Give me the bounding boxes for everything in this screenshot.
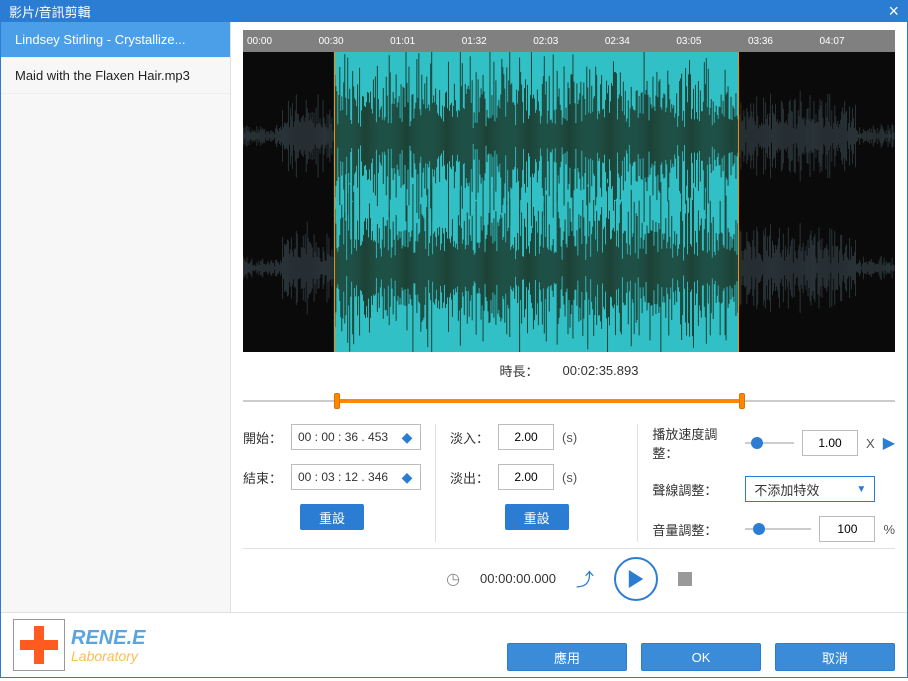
waveform-display[interactable] bbox=[243, 52, 895, 352]
volume-label: 音量調整： bbox=[652, 520, 737, 539]
tick: 03:36 bbox=[748, 36, 820, 47]
tick: 02:34 bbox=[605, 36, 677, 47]
sidebar-item-file[interactable]: Lindsey Stirling - Crystallize... bbox=[1, 22, 230, 58]
fadein-unit: (s) bbox=[562, 430, 577, 445]
preview-speed-icon[interactable]: ▶ bbox=[883, 433, 895, 453]
voice-label: 聲線調整： bbox=[652, 480, 737, 499]
voice-effect-select[interactable]: 不添加特效 ▼ bbox=[745, 476, 875, 502]
duration-value: 00:02:35.893 bbox=[563, 363, 639, 378]
volume-input[interactable] bbox=[819, 516, 875, 542]
window-title: 影片/音訊剪輯 bbox=[9, 2, 91, 21]
reset-time-button[interactable]: 重設 bbox=[300, 504, 364, 530]
tick: 00:30 bbox=[319, 36, 391, 47]
fadein-label: 淡入： bbox=[450, 428, 490, 447]
reset-fade-button[interactable]: 重設 bbox=[505, 504, 569, 530]
tick: 00:00 bbox=[247, 36, 319, 47]
fadein-input[interactable] bbox=[498, 424, 554, 450]
spin-icon[interactable]: ◆ bbox=[400, 469, 414, 486]
fadeout-unit: (s) bbox=[562, 470, 577, 485]
export-icon[interactable]: ⤴ bbox=[576, 566, 594, 592]
start-label: 開始： bbox=[243, 428, 283, 447]
file-list-sidebar: Lindsey Stirling - Crystallize... Maid w… bbox=[1, 22, 231, 612]
duration-bar: 時長： 00:02:35.893 bbox=[243, 352, 895, 388]
playback-bar: ◷ 00:00:00.000 ⤴ bbox=[243, 548, 895, 608]
end-label: 結束： bbox=[243, 468, 283, 487]
sidebar-item-file[interactable]: Maid with the Flaxen Hair.mp3 bbox=[1, 58, 230, 94]
speed-input[interactable] bbox=[802, 430, 858, 456]
logo-text: RENE.E bbox=[71, 627, 145, 650]
tick: 02:03 bbox=[533, 36, 605, 47]
volume-slider[interactable] bbox=[745, 526, 811, 532]
volume-unit: % bbox=[883, 522, 895, 537]
play-button[interactable] bbox=[614, 557, 658, 601]
speed-slider[interactable] bbox=[745, 440, 794, 446]
duration-label: 時長： bbox=[500, 361, 539, 380]
clock-icon: ◷ bbox=[446, 569, 460, 589]
tick: 01:32 bbox=[462, 36, 534, 47]
apply-button[interactable]: 應用 bbox=[507, 643, 627, 671]
tick: 01:01 bbox=[390, 36, 462, 47]
brand-logo: RENE.E Laboratory bbox=[13, 619, 145, 671]
ok-button[interactable]: OK bbox=[641, 643, 761, 671]
stop-button[interactable] bbox=[678, 572, 692, 586]
start-time-input[interactable]: 00 : 00 : 36 . 453 ◆ bbox=[291, 424, 421, 450]
footer: RENE.E Laboratory 應用 OK 取消 bbox=[1, 612, 907, 681]
close-icon[interactable]: × bbox=[888, 1, 899, 22]
timeline-ruler: 00:00 00:30 01:01 01:32 02:03 02:34 03:0… bbox=[243, 30, 895, 52]
tick: 04:07 bbox=[820, 36, 892, 47]
speed-label: 播放速度調整： bbox=[652, 424, 737, 462]
cancel-button[interactable]: 取消 bbox=[775, 643, 895, 671]
playback-time: 00:00:00.000 bbox=[480, 571, 556, 586]
range-end-handle[interactable] bbox=[739, 393, 745, 409]
fadeout-label: 淡出： bbox=[450, 468, 490, 487]
sidebar-item-label: Lindsey Stirling - Crystallize... bbox=[15, 32, 186, 47]
title-bar: 影片/音訊剪輯 × bbox=[1, 1, 907, 22]
tick: 03:05 bbox=[676, 36, 748, 47]
fadeout-input[interactable] bbox=[498, 464, 554, 490]
speed-unit: X bbox=[866, 436, 875, 451]
range-slider[interactable] bbox=[243, 392, 895, 410]
range-start-handle[interactable] bbox=[334, 393, 340, 409]
logo-subtext: Laboratory bbox=[71, 648, 145, 664]
spin-icon[interactable]: ◆ bbox=[400, 429, 414, 446]
chevron-down-icon: ▼ bbox=[856, 484, 866, 495]
end-time-input[interactable]: 00 : 03 : 12 . 346 ◆ bbox=[291, 464, 421, 490]
sidebar-item-label: Maid with the Flaxen Hair.mp3 bbox=[15, 68, 190, 83]
